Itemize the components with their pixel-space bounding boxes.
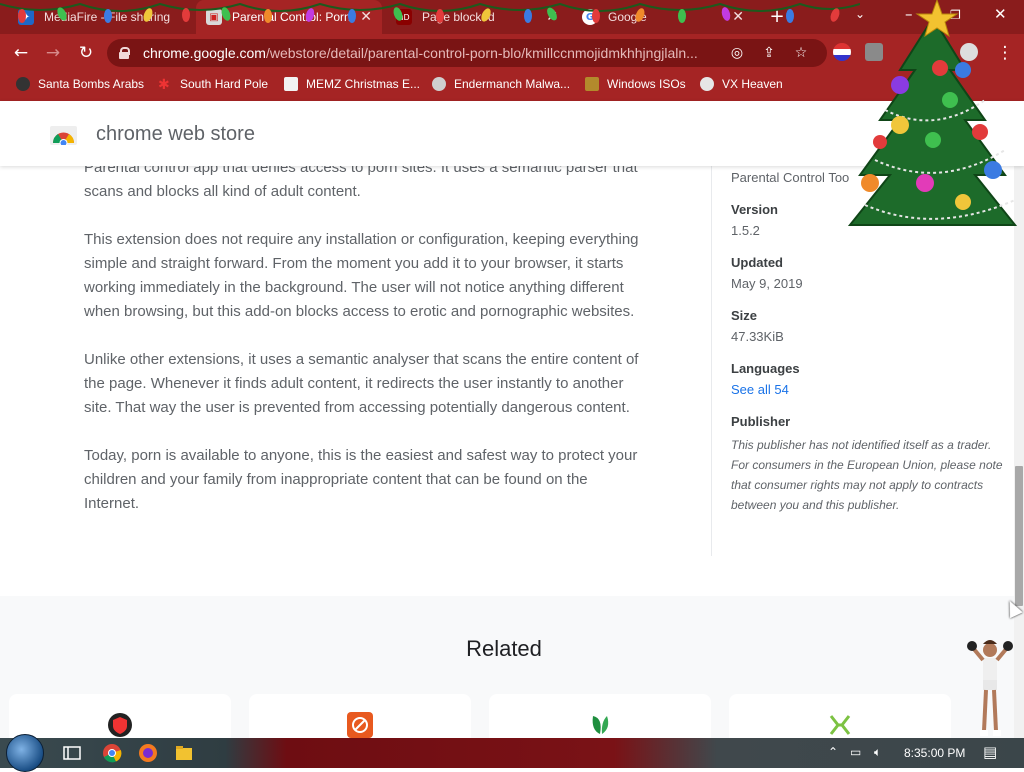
block-icon [347, 712, 373, 738]
lock-icon[interactable] [119, 47, 130, 59]
google-lens-icon[interactable]: ◎ [727, 43, 747, 63]
bookmark-star-icon[interactable]: ☆ [791, 43, 811, 63]
tray-overflow-chevron-icon[interactable]: ⌃ [828, 745, 838, 759]
chrome-web-store-logo[interactable] [50, 123, 77, 145]
tab-page-blocked[interactable]: uD Page blocked ✕ [386, 0, 568, 34]
mediafire-icon: ✦ [18, 9, 34, 25]
network-icon[interactable]: ▭ [850, 745, 861, 759]
description-paragraph: Unlike other extensions, it uses a seman… [84, 351, 639, 416]
start-button[interactable] [6, 734, 44, 772]
chrome-taskbar-icon[interactable] [102, 743, 122, 763]
tab-mediafire[interactable]: ✦ MediaFire - File sharing [8, 0, 190, 34]
bomb-icon [16, 77, 30, 91]
related-card[interactable] [489, 694, 711, 738]
leaf-logo-icon [592, 716, 609, 734]
size-label: Size [731, 308, 758, 323]
back-arrow-icon[interactable]: ← [10, 42, 32, 64]
notifications-icon[interactable]: ▤ [983, 743, 997, 761]
description-paragraph: Parental control app that denies access … [84, 166, 638, 200]
bookmark-memz[interactable]: MEMZ Christmas E... [284, 77, 420, 91]
bookmark-vx-heaven[interactable]: VX Heaven [700, 77, 783, 91]
new-tab-button[interactable]: + [766, 6, 788, 28]
close-tab-icon[interactable]: ✕ [360, 9, 372, 25]
column-divider [711, 166, 712, 556]
close-tab-icon[interactable]: ✕ [546, 9, 558, 25]
task-view-icon[interactable] [62, 743, 82, 763]
description-paragraph: This extension does not require any inst… [84, 231, 639, 320]
extension-description: Parental control app that denies access … [84, 166, 644, 540]
firefox-taskbar-icon[interactable] [138, 743, 158, 763]
ublock-icon: uD [396, 9, 412, 25]
bookmark-south-hard-pole[interactable]: ✱ South Hard Pole [158, 77, 268, 91]
updated-label: Updated [731, 255, 783, 270]
extension-details: Parental control app that denies access … [0, 166, 1014, 738]
snowflake-icon: ✱ [158, 76, 170, 92]
publisher-label: Publisher [731, 414, 791, 429]
languages-label: Languages [731, 361, 800, 376]
skull-icon [700, 77, 714, 91]
forward-arrow-icon[interactable]: → [42, 42, 64, 64]
description-paragraph: Today, porn is available to anyone, this… [84, 447, 638, 512]
reload-icon[interactable]: ↻ [75, 42, 97, 64]
bookmark-santa-bombs[interactable]: Santa Bombs Arabs [16, 77, 144, 91]
related-card[interactable] [729, 694, 951, 738]
tab-parental-control[interactable]: ▣ Parental Control: Porn Bl ✕ [196, 0, 382, 34]
file-explorer-icon[interactable] [174, 743, 194, 763]
publisher-trader-note: This publisher has not identified itself… [731, 438, 1003, 512]
chrome-web-store-icon: ▣ [206, 9, 222, 25]
page-scrollbar[interactable] [1014, 166, 1024, 738]
related-card[interactable] [249, 694, 471, 738]
shield-icon [108, 713, 132, 737]
share-icon[interactable]: ⇪ [759, 43, 779, 63]
dancing-figure-decoration [967, 640, 1013, 736]
related-heading: Related [466, 636, 542, 661]
bookmark-windows-isos[interactable]: Windows ISOs [585, 77, 686, 91]
taskbar-clock[interactable]: 8:35:00 PM [904, 746, 965, 760]
close-tab-icon[interactable]: ✕ [732, 9, 744, 25]
x-logo-icon [829, 715, 851, 735]
updated-value: May 9, 2019 [731, 276, 803, 291]
folder-icon [585, 77, 599, 91]
mascot-icon [432, 77, 446, 91]
windows-taskbar: ⌃ ▭ 🔈︎ 8:35:00 PM ▤ [0, 734, 1024, 772]
url-text[interactable]: chrome.google.com/webstore/detail/parent… [143, 45, 723, 61]
store-brand-title[interactable]: chrome web store [96, 123, 255, 146]
address-bar[interactable]: chrome.google.com/webstore/detail/parent… [107, 39, 827, 67]
size-value: 47.33KiB [731, 329, 784, 344]
bookmark-endermanch[interactable]: Endermanch Malwa... [432, 77, 570, 91]
related-card[interactable] [9, 694, 231, 738]
christmas-tree-decoration [847, 0, 1018, 226]
scrollbar-thumb[interactable] [1015, 466, 1023, 606]
google-icon: G [582, 9, 598, 25]
volume-icon[interactable]: 🔈︎ [874, 745, 881, 760]
gift-icon [284, 77, 298, 91]
tab-google[interactable]: G Google ✕ [572, 0, 754, 34]
see-all-languages-link[interactable]: See all 54 [731, 382, 1011, 397]
